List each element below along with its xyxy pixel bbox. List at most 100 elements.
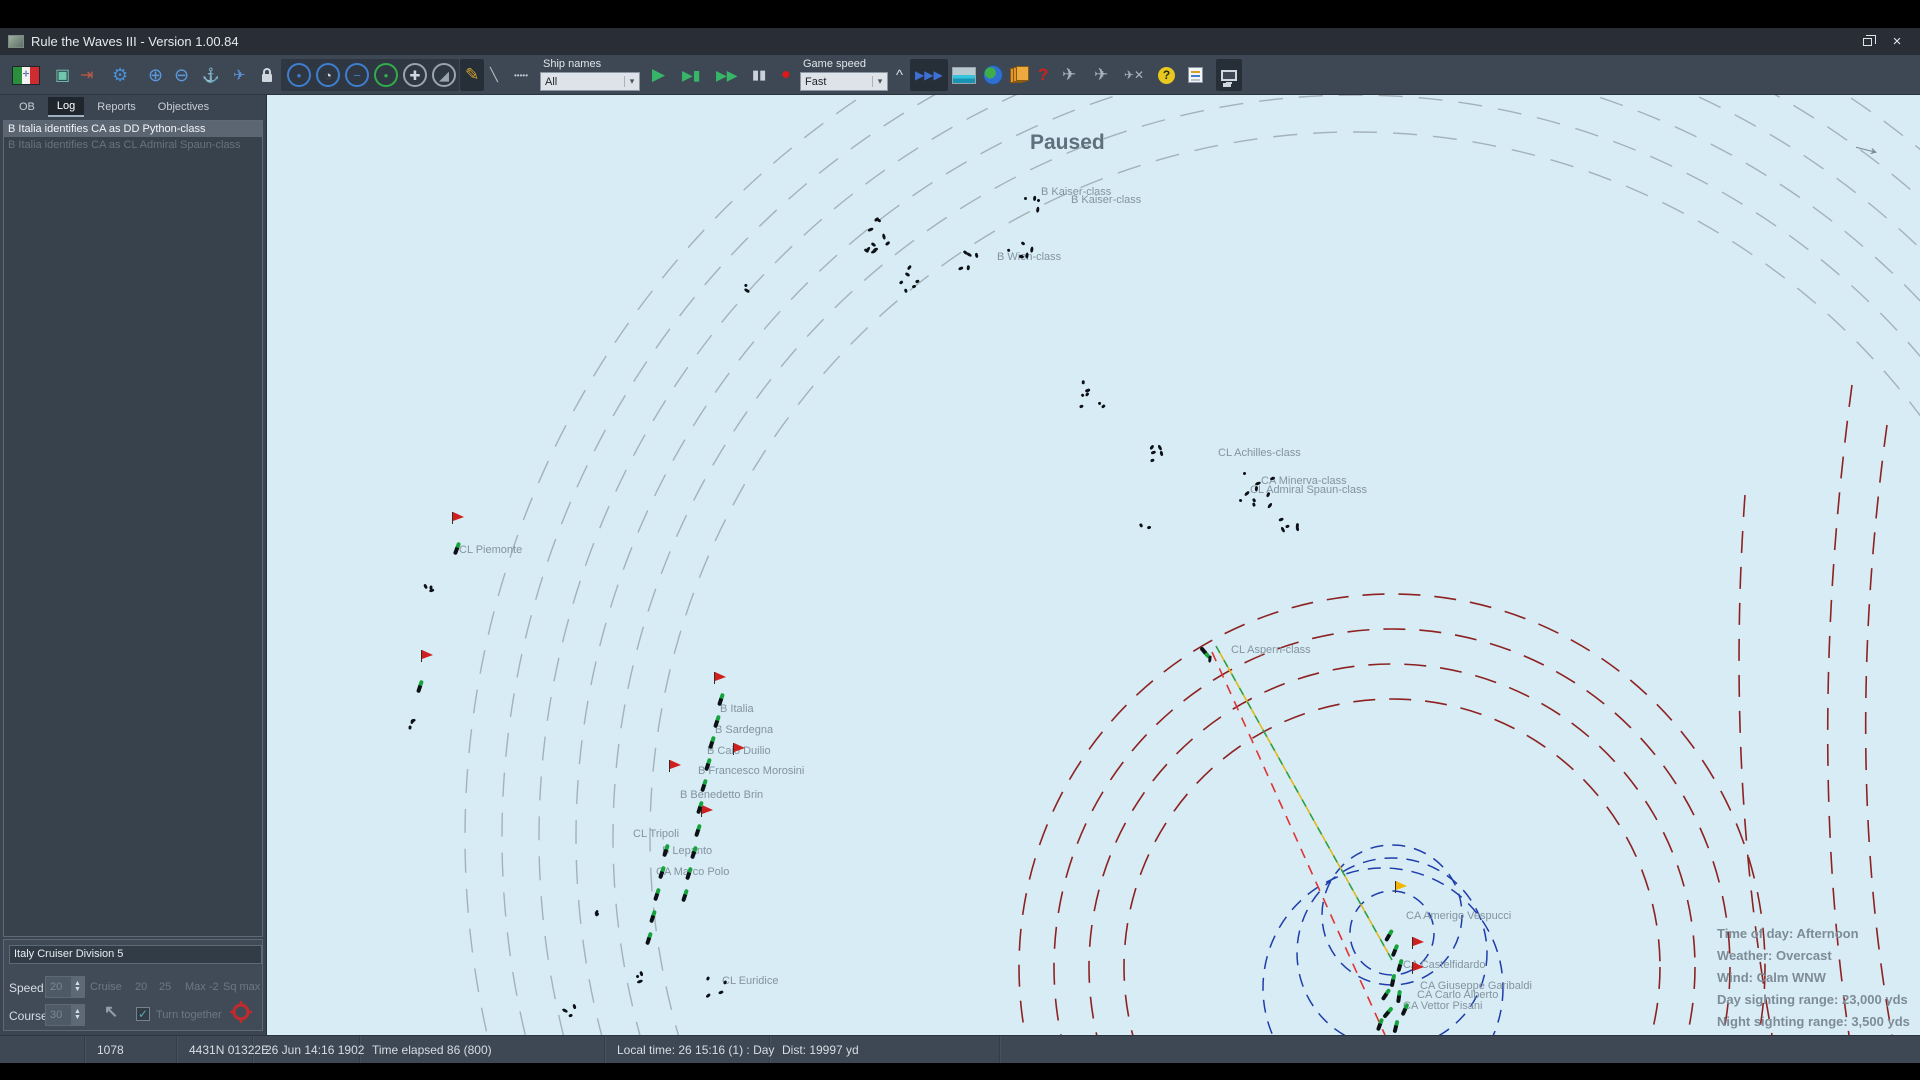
compass-cross-icon[interactable]: ✚ <box>403 55 427 95</box>
play-button[interactable]: ▶ <box>652 55 665 95</box>
ledger-icon[interactable] <box>1010 55 1030 95</box>
ship-label: CL Euridice <box>722 975 779 987</box>
compass-green-dot-icon-glyph: • <box>374 63 398 87</box>
screen-settings-icon[interactable] <box>1216 59 1242 91</box>
status-segment: 1078 <box>85 1036 177 1063</box>
italy-flag-icon[interactable] <box>12 55 40 95</box>
speed-button-max-2[interactable]: Max -2 <box>185 981 219 993</box>
status-segment: Dist: 19997 yd <box>770 1036 1000 1063</box>
division-flag[interactable] <box>1412 962 1424 974</box>
tactical-map[interactable]: Paused Time of day: Afternoon Weather: Ov… <box>267 95 1920 1035</box>
tab-log[interactable]: Log <box>47 96 85 117</box>
helm-wheel-icon[interactable] <box>230 1001 252 1023</box>
aircraft-patrol-icon[interactable]: ✈ <box>1062 55 1076 95</box>
game-speed-combo[interactable]: Game speed Fast ▾ <box>800 55 888 95</box>
ship-label: CL Tripoli <box>633 828 680 840</box>
speed-button-20[interactable]: 20 <box>135 981 147 993</box>
division-flag[interactable] <box>452 512 464 524</box>
contact-marker[interactable] <box>1254 486 1258 492</box>
save-icon[interactable]: ▣ <box>55 55 70 95</box>
contact-marker[interactable] <box>635 974 640 979</box>
message-log-icon[interactable] <box>1188 55 1203 95</box>
line-tool-icon[interactable]: ╲ <box>490 55 498 95</box>
speed-button-sq-max[interactable]: Sq max <box>223 981 260 993</box>
speed-spinner-arrows[interactable]: ▲ ▼ <box>71 977 84 997</box>
aircraft-strike-icon[interactable]: ✈ <box>1094 55 1108 95</box>
division-flag[interactable] <box>714 672 726 684</box>
restore-window-button[interactable] <box>1852 31 1882 53</box>
lock-icon[interactable] <box>262 55 272 95</box>
help-icon[interactable]: ? <box>1158 55 1175 95</box>
division-flag[interactable] <box>669 760 681 772</box>
sidebar: OB Log Reports Objectives B Italia identifi… <box>0 95 267 1035</box>
compass-green-dot-icon[interactable]: • <box>374 55 398 95</box>
collapse-toolbar-button[interactable]: ^ <box>896 55 903 95</box>
zoom-out-icon[interactable]: ⊖ <box>174 55 189 95</box>
speed-spinner[interactable]: 20 ▲ ▼ <box>45 976 85 998</box>
restore-icon <box>1862 34 1876 46</box>
zoom-in-icon[interactable]: ⊕ <box>148 55 163 95</box>
tab-objectives[interactable]: Objectives <box>149 98 218 116</box>
dashed-line-icon[interactable]: ••••• <box>514 55 528 95</box>
card-glyph <box>1188 67 1203 83</box>
tab-reports[interactable]: Reports <box>88 98 145 116</box>
compass-sector-icon[interactable]: ◔ <box>316 55 340 95</box>
compass-needle-icon-glyph: ◢ <box>432 63 456 87</box>
anchor-icon[interactable]: ⚓ <box>202 55 219 95</box>
division-flag[interactable] <box>421 650 433 662</box>
ship_names-dropdown[interactable]: All ▾ <box>540 72 640 91</box>
sidebar-tabs: OB Log Reports Objectives <box>0 95 266 118</box>
division-flag[interactable] <box>733 743 745 755</box>
window-title: Rule the Waves III - Version 1.00.84 <box>31 34 239 49</box>
contact-marker[interactable] <box>1251 502 1256 507</box>
chevron-down-icon: ▾ <box>624 76 639 87</box>
speed-button-25[interactable]: 25 <box>159 981 171 993</box>
fast-forward-button[interactable]: ▶▶ <box>716 55 738 95</box>
course-spinner-arrows[interactable]: ▲ ▼ <box>71 1005 84 1025</box>
tab-ob[interactable]: OB <box>10 98 44 116</box>
ship_names-value: All <box>545 75 558 88</box>
play-step-button[interactable]: ▶▮ <box>682 55 700 95</box>
division-flag[interactable] <box>1412 937 1424 949</box>
settings-gear-icon[interactable]: ⚙ <box>112 55 128 95</box>
contact-marker[interactable] <box>966 264 970 270</box>
compass-minus-icon[interactable]: − <box>345 55 369 95</box>
compass-dot-icon[interactable]: • <box>287 55 311 95</box>
map-overlay <box>464 95 1920 1035</box>
log-entry[interactable]: B Italia identifies CA as CL Admiral Spa… <box>4 137 262 153</box>
compass-minus-icon-glyph: − <box>345 63 369 87</box>
selected-division-flag[interactable] <box>1395 881 1407 893</box>
aircraft-mode-icon[interactable]: ✈ <box>233 55 246 95</box>
log-entry[interactable]: B Italia identifies CA as DD Python-clas… <box>4 121 262 137</box>
compass-cross-icon-glyph: ✚ <box>403 63 427 87</box>
set-course-arrow-icon[interactable]: ↖ <box>104 1002 118 1022</box>
sea-view-icon[interactable] <box>952 55 976 95</box>
contact-marker[interactable] <box>1024 197 1027 200</box>
aircraft-cancel-icon[interactable]: ✈✕ <box>1124 55 1144 95</box>
ship-label: CL Achilles-class <box>1218 447 1301 459</box>
globe-icon[interactable] <box>984 55 1002 95</box>
fast-mode-icon[interactable]: ▶▶▶ <box>910 59 948 91</box>
turn-together-checkbox[interactable]: ✓ <box>136 1007 150 1021</box>
books-glyph <box>1010 66 1030 83</box>
weather-line: Wind: Calm WNW <box>1717 970 1826 985</box>
record-button[interactable]: ● <box>781 55 791 95</box>
ship_names-label: Ship names <box>543 58 602 70</box>
ship-label: B Kaiser-class <box>1071 194 1142 206</box>
plot-pencil-icon[interactable]: ✎ <box>460 59 485 91</box>
globe-glyph <box>984 66 1002 84</box>
division-name-field[interactable]: Italy Cruiser Division 5 <box>9 945 262 964</box>
compass-needle-icon[interactable]: ◢ <box>432 55 456 95</box>
close-window-button[interactable]: × <box>1882 31 1912 53</box>
ship-names-combo[interactable]: Ship names All ▾ <box>540 55 640 95</box>
sighting-range-ring <box>575 95 1920 1035</box>
course-spinner[interactable]: 30 ▲ ▼ <box>45 1004 85 1026</box>
pause-button[interactable]: ▮▮ <box>752 55 766 95</box>
italy-flag-image <box>12 65 40 85</box>
intel-question-icon[interactable]: ? <box>1038 55 1048 95</box>
speed-button-cruise[interactable]: Cruise <box>90 981 122 993</box>
game_speed-dropdown[interactable]: Fast ▾ <box>800 72 888 91</box>
compass-sector-icon-glyph: ◔ <box>316 63 340 87</box>
ship-label: CA Vettor Pisani <box>1403 1000 1483 1012</box>
exit-door-icon[interactable]: ⇥ <box>80 55 93 95</box>
